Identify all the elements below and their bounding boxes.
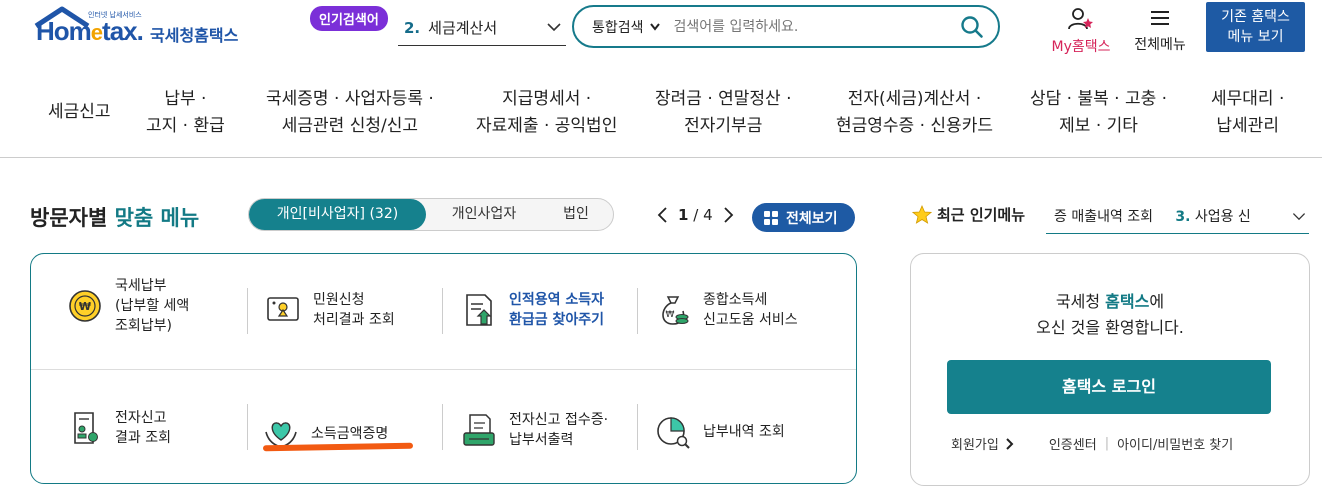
chevron-right-icon[interactable]: [721, 206, 735, 224]
link-separator: |: [1104, 436, 1110, 451]
divider: [442, 288, 443, 334]
stamp-document-icon: [74, 412, 98, 444]
visitor-menu-title: 방문자별 맞춤 메뉴: [30, 206, 200, 230]
chevron-right-icon: [1006, 437, 1014, 450]
hamburger-menu-icon: [1151, 11, 1169, 25]
menu-e-filing-result[interactable]: 전자신고 결과 조회: [67, 408, 171, 448]
pie-chart-search-icon: [657, 417, 690, 449]
menu-e-filing-receipt-print[interactable]: 전자신고 접수증· 납부서출력: [461, 410, 608, 450]
user-star-icon: [1068, 8, 1093, 30]
chevron-down-icon: [547, 23, 561, 32]
find-id-password-link[interactable]: 아이디/비밀번호 찾기: [1117, 434, 1233, 453]
gnb-tax-report[interactable]: 세금신고: [48, 99, 111, 126]
menu-civil-petition-result[interactable]: 민원신청 처리결과 조회: [265, 290, 395, 330]
all-menu-button[interactable]: 전체메뉴: [1128, 6, 1192, 54]
tab-corporation[interactable]: 법인: [541, 199, 611, 230]
hometax-logo[interactable]: 인터넷 납세서비스 Hometax. 국세청홈택스: [32, 6, 247, 52]
view-all-button[interactable]: 전체보기: [752, 203, 855, 232]
star-icon: [912, 204, 932, 224]
all-menu-label: 전체메뉴: [1134, 37, 1186, 53]
login-links: 회원가입 인증센터 | 아이디/비밀번호 찾기: [951, 434, 1233, 453]
menu-refund-finder[interactable]: 인적용역 소득자 환급금 찾아주기: [461, 290, 604, 330]
gnb-incentive[interactable]: 장려금 · 연말정산 · 전자기부금: [655, 86, 792, 140]
login-button[interactable]: 홈택스 로그인: [947, 360, 1271, 414]
caret-down-icon: [649, 22, 660, 31]
divider: [637, 404, 638, 450]
tab-individual-business[interactable]: 개인사업자: [434, 199, 534, 230]
cert-center-link[interactable]: 인증센터: [1049, 434, 1097, 453]
signup-link[interactable]: 회원가입: [951, 434, 999, 453]
popular-search-term: 세금계산서: [428, 19, 498, 37]
tab-individual-non-business[interactable]: 개인[비사업자] (32): [249, 199, 426, 230]
divider: [637, 288, 638, 334]
printer-document-icon: [463, 414, 495, 446]
gnb-e-invoice[interactable]: 전자(세금)계산서 · 현금영수증 · 신용카드: [836, 86, 993, 140]
svg-text:₩: ₩: [666, 310, 675, 320]
visitor-menu-card: ₩ 국세납부 (납부할 세액 조회납부) 민원신청 처리결과 조회 인적용역 소득자 환…: [30, 253, 857, 484]
grid-icon: [764, 210, 778, 225]
money-bag-icon: ₩: [662, 296, 689, 325]
search-scope-label: 통합검색: [592, 19, 644, 36]
refund-document-icon: [466, 294, 492, 326]
recent-popular-menu-roller[interactable]: 증 매출내역 조회 3. 사업용 신: [1046, 198, 1309, 234]
chevron-down-icon: [1287, 208, 1307, 224]
menu-pager: 1 / 4: [656, 206, 735, 224]
welcome-message: 국세청 홈택스에 오신 것을 환영합니다.: [1036, 292, 1184, 337]
gnb-certificate[interactable]: 국세증명 · 사업자등록 · 세금관련 신청/신고: [266, 86, 434, 140]
divider: [442, 404, 443, 450]
popular-search-rank: 2.: [404, 18, 421, 37]
recent-popular-menu-title: 최근 인기메뉴: [912, 204, 1025, 225]
divider: [247, 288, 248, 334]
gnb-tax-agent[interactable]: 세무대리 · 납세관리: [1211, 86, 1284, 140]
search-scope-select[interactable]: 통합검색: [592, 17, 660, 37]
logo-korean-name: 국세청홈택스: [150, 26, 239, 45]
login-panel: 국세청 홈택스에 오신 것을 환영합니다. 홈택스 로그인 회원가입 인증센터 …: [910, 253, 1310, 486]
visitor-tabs: 개인[비사업자] (32) 개인사업자 법인: [248, 198, 614, 231]
certificate-monitor-icon: [267, 297, 299, 321]
global-nav: 세금신고 납부 · 고지 · 환급 국세증명 · 사업자등록 · 세금관련 신청/신…: [0, 70, 1322, 158]
menu-national-tax-payment[interactable]: ₩ 국세납부 (납부할 세액 조회납부): [67, 276, 189, 336]
divider: [31, 369, 856, 370]
legacy-menu-button[interactable]: 기존 홈택스 메뉴 보기: [1206, 2, 1305, 52]
my-hometax-button[interactable]: My홈택스: [1046, 6, 1116, 56]
svg-text:₩: ₩: [79, 300, 91, 313]
my-hometax-label: My홈택스: [1051, 39, 1111, 55]
divider: [247, 404, 248, 450]
search-icon[interactable]: [960, 15, 984, 39]
won-coin-icon: ₩: [69, 290, 101, 322]
popular-search-badge: 인기검색어: [310, 6, 388, 31]
gnb-payment[interactable]: 납부 · 고지 · 환급: [146, 86, 225, 140]
search-bar: 통합검색: [572, 5, 1000, 48]
gnb-consult[interactable]: 상담 · 불복 · 고충 · 제보 · 기타: [1030, 86, 1167, 140]
menu-global-income-tax-help[interactable]: ₩ 종합소득세 신고도움 서비스: [655, 290, 798, 330]
gnb-statement[interactable]: 지급명세서 · 자료제출 · 공익법인: [476, 86, 617, 140]
menu-payment-history[interactable]: 납부내역 조회: [655, 414, 785, 450]
popular-search-select[interactable]: 2. 세금계산서: [398, 10, 566, 46]
search-input[interactable]: [673, 18, 934, 35]
logo-wordmark: Hometax.: [36, 16, 144, 46]
chevron-left-icon[interactable]: [656, 206, 670, 224]
